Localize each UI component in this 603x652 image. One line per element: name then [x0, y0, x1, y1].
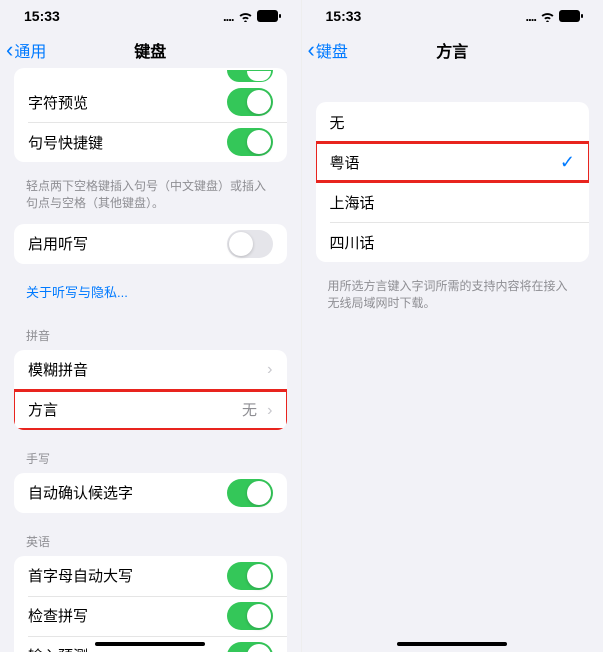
back-label: 通用: [14, 38, 46, 62]
nav-bar: ‹ 键盘 方言: [302, 32, 603, 68]
toggle-check-spelling[interactable]: [227, 602, 273, 630]
label: 启用听写: [28, 233, 88, 254]
option-cantonese[interactable]: 粤语 ✓: [316, 142, 590, 182]
back-button[interactable]: ‹ 键盘: [302, 38, 348, 62]
option-none[interactable]: 无: [316, 102, 590, 142]
option-sichuanese[interactable]: 四川话: [316, 222, 590, 262]
label: 粤语: [330, 152, 360, 173]
footer-text: 用所选方言键入字词所需的支持内容将在接入无线局域网时下载。: [302, 272, 603, 324]
section-header-pinyin: 拼音: [0, 317, 301, 350]
cell-value: 无: [242, 402, 257, 419]
page-title: 方言: [436, 38, 468, 62]
cell-char-preview[interactable]: 字符预览: [14, 82, 287, 122]
status-time: 15:33: [326, 8, 362, 24]
label: 上海话: [330, 192, 375, 213]
toggle-auto-confirm[interactable]: [227, 479, 273, 507]
section-header-handwriting: 手写: [0, 440, 301, 473]
section-header-english: 英语: [0, 523, 301, 556]
chevron-right-icon: ›: [267, 361, 272, 379]
cellular-dots: ....: [223, 9, 233, 24]
label: 句号快捷键: [28, 132, 103, 153]
status-bar: 15:33 ....: [0, 0, 301, 32]
cell-dialect[interactable]: 方言 无 ›: [14, 390, 287, 430]
battery-icon: [559, 10, 583, 22]
toggle-predictive[interactable]: [227, 642, 273, 652]
status-bar: 15:33 ....: [302, 0, 603, 32]
option-shanghainese[interactable]: 上海话: [316, 182, 590, 222]
nav-bar: ‹ 通用 键盘: [0, 32, 301, 68]
battery-icon: [257, 10, 281, 22]
back-button[interactable]: ‹ 通用: [0, 38, 46, 62]
cell-auto-cap[interactable]: 首字母自动大写: [14, 556, 287, 596]
label: 检查拼写: [28, 605, 88, 626]
toggle-partial[interactable]: [227, 70, 273, 82]
label: 首字母自动大写: [28, 565, 133, 586]
status-indicators: ....: [223, 9, 280, 24]
label: 模糊拼音: [28, 359, 88, 380]
check-icon: ✓: [560, 152, 575, 173]
label: 方言: [28, 399, 58, 420]
cell-dictation[interactable]: 启用听写: [14, 224, 287, 264]
cell-check-spelling[interactable]: 检查拼写: [14, 596, 287, 636]
status-time: 15:33: [24, 8, 60, 24]
label: 自动确认候选字: [28, 482, 133, 503]
toggle-char-preview[interactable]: [227, 88, 273, 116]
wifi-icon: [540, 11, 555, 22]
cell-fuzzy-pinyin[interactable]: 模糊拼音 ›: [14, 350, 287, 390]
home-indicator[interactable]: [397, 642, 507, 646]
chevron-right-icon: ›: [267, 402, 272, 419]
chevron-left-icon: ‹: [308, 39, 315, 61]
home-indicator[interactable]: [95, 642, 205, 646]
toggle-period-shortcut[interactable]: [227, 128, 273, 156]
footer-text: 轻点两下空格键插入句号（中文键盘）或插入句点与空格（其他键盘）。: [0, 172, 301, 224]
status-indicators: ....: [526, 9, 583, 24]
cellular-dots: ....: [526, 9, 536, 24]
privacy-link[interactable]: 关于听写与隐私...: [0, 274, 301, 317]
page-title: 键盘: [134, 38, 166, 62]
label: 字符预览: [28, 92, 88, 113]
toggle-auto-cap[interactable]: [227, 562, 273, 590]
wifi-icon: [238, 11, 253, 22]
back-label: 键盘: [316, 38, 348, 62]
cell-period-shortcut[interactable]: 句号快捷键: [14, 122, 287, 162]
label: 四川话: [330, 232, 375, 253]
label: 无: [330, 112, 345, 133]
label: 输入预测: [28, 645, 88, 652]
cell-auto-confirm[interactable]: 自动确认候选字: [14, 473, 287, 513]
toggle-dictation[interactable]: [227, 230, 273, 258]
chevron-left-icon: ‹: [6, 39, 13, 61]
